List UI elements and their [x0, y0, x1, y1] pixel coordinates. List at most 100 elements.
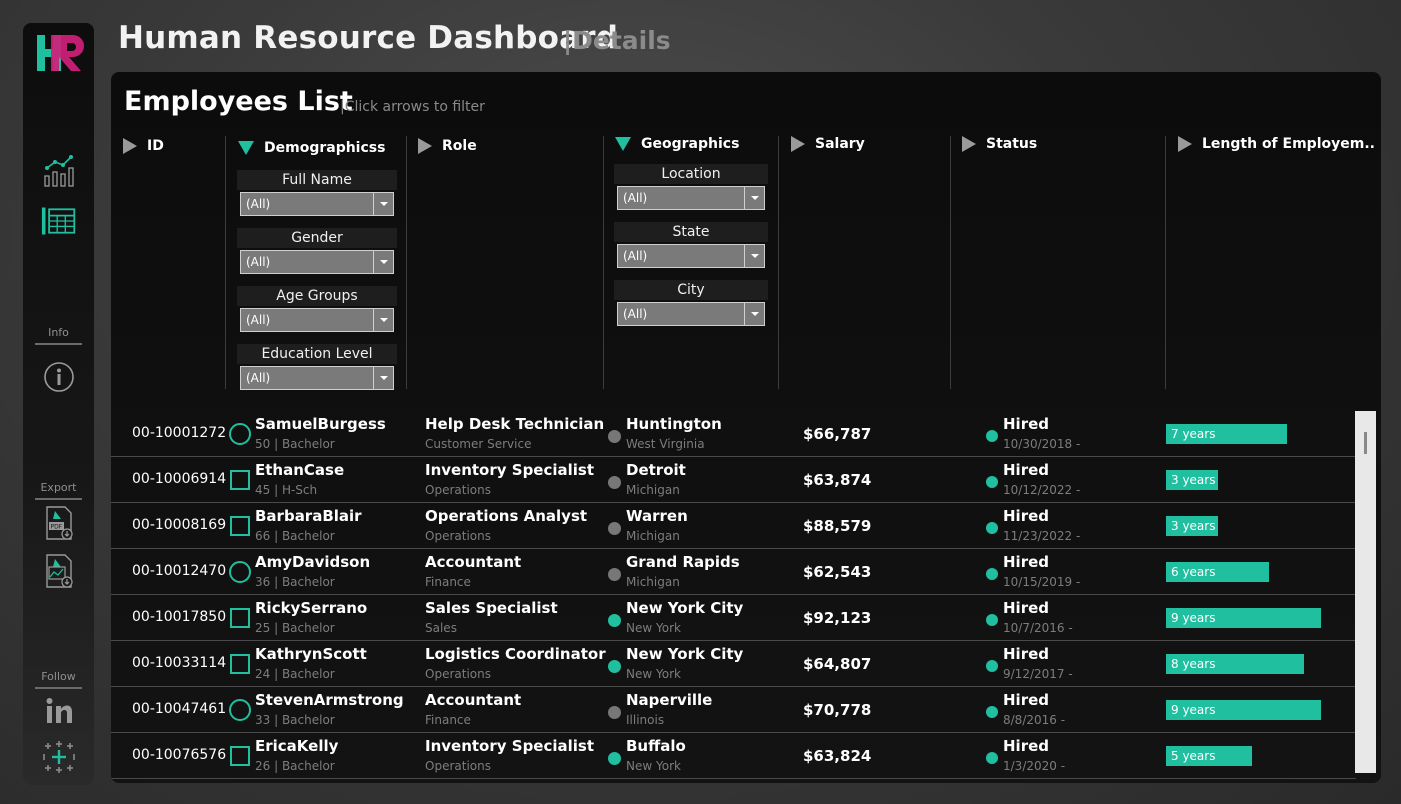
- chart-icon[interactable]: [41, 153, 77, 189]
- status-dot-icon: [986, 476, 998, 488]
- employee-id: 00-10012470: [132, 563, 227, 579]
- employee-hire-date: 10/30/2018 -: [1003, 437, 1081, 451]
- age-groups-dropdown[interactable]: (All): [240, 308, 394, 332]
- employee-state: Illinois: [626, 713, 665, 727]
- table-row[interactable]: 00-10008169 BarbaraBlair 66 | Bachelor O…: [111, 503, 1356, 549]
- filter-full-name[interactable]: Full Name (All): [237, 170, 397, 216]
- location-dropdown[interactable]: (All): [617, 186, 765, 210]
- table-row[interactable]: 00-10012470 AmyDavidson 36 | Bachelor Ac…: [111, 549, 1356, 595]
- dropdown-value: (All): [246, 197, 271, 211]
- table-icon[interactable]: [41, 203, 77, 239]
- employee-state: West Virginia: [626, 437, 705, 451]
- chevron-down-icon[interactable]: [373, 309, 393, 331]
- filter-age-groups[interactable]: Age Groups (All): [237, 286, 397, 332]
- employee-role: Sales Specialist: [425, 599, 558, 617]
- tableau-icon[interactable]: [41, 739, 77, 775]
- employee-details: 33 | Bachelor: [255, 713, 335, 727]
- location-dot-icon: [608, 430, 621, 443]
- info-divider: [35, 343, 82, 345]
- chevron-down-icon[interactable]: [744, 245, 764, 267]
- employee-name: EricaKelly: [255, 737, 339, 755]
- employee-role: Inventory Specialist: [425, 737, 595, 755]
- filter-label: Location: [614, 164, 768, 184]
- employee-hire-date: 1/3/2020 -: [1003, 759, 1066, 773]
- scrollbar-thumb[interactable]: [1364, 432, 1367, 454]
- filter-label: State: [614, 222, 768, 242]
- employee-name: RickySerrano: [255, 599, 368, 617]
- full-name-dropdown[interactable]: (All): [240, 192, 394, 216]
- collapse-arrow-icon[interactable]: [238, 141, 254, 155]
- filter-label: City: [614, 280, 768, 300]
- employee-department: Finance: [425, 575, 471, 589]
- scrollbar[interactable]: [1355, 411, 1376, 773]
- gender-dropdown[interactable]: (All): [240, 250, 394, 274]
- follow-label: Follow: [41, 670, 76, 683]
- filter-location[interactable]: Location (All): [614, 164, 768, 210]
- column-header-salary[interactable]: Salary: [791, 136, 865, 152]
- pdf-download-icon[interactable]: PDF: [41, 505, 77, 541]
- employee-table: 00-10001272 SamuelBurgess 50 | Bachelor …: [111, 411, 1356, 779]
- location-dot-icon: [608, 522, 621, 535]
- table-row[interactable]: 00-10033114 KathrynScott 24 | Bachelor L…: [111, 641, 1356, 687]
- employee-salary: $63,824: [803, 747, 872, 765]
- chevron-down-icon[interactable]: [744, 303, 764, 325]
- column-divider: [950, 136, 951, 389]
- education-level-dropdown[interactable]: (All): [240, 366, 394, 390]
- filter-city[interactable]: City (All): [614, 280, 768, 326]
- employee-id: 00-10033114: [132, 655, 227, 671]
- employee-city: Detroit: [626, 461, 686, 479]
- employee-id: 00-10017850: [132, 609, 227, 625]
- employee-state: New York: [626, 759, 681, 773]
- employee-salary: $63,874: [803, 471, 872, 489]
- table-row[interactable]: 00-10047461 StevenArmstrong 33 | Bachelo…: [111, 687, 1356, 733]
- employee-state: Michigan: [626, 483, 680, 497]
- table-row[interactable]: 00-10076576 EricaKelly 26 | Bachelor Inv…: [111, 733, 1356, 779]
- employee-id: 00-10047461: [132, 701, 227, 717]
- info-icon[interactable]: [41, 359, 77, 395]
- city-dropdown[interactable]: (All): [617, 302, 765, 326]
- chevron-down-icon[interactable]: [373, 367, 393, 389]
- gender-icon: [229, 561, 251, 583]
- chevron-down-icon[interactable]: [373, 251, 393, 273]
- column-header-geographics[interactable]: Geographics: [615, 136, 739, 152]
- dropdown-value: (All): [246, 371, 271, 385]
- filter-state[interactable]: State (All): [614, 222, 768, 268]
- employee-department: Operations: [425, 529, 491, 543]
- gender-icon: [230, 470, 250, 490]
- state-dropdown[interactable]: (All): [617, 244, 765, 268]
- employee-salary: $92,123: [803, 609, 872, 627]
- expand-arrow-icon[interactable]: [123, 138, 137, 154]
- employee-id: 00-10076576: [132, 747, 227, 763]
- filter-gender[interactable]: Gender (All): [237, 228, 397, 274]
- column-label: Role: [442, 138, 477, 154]
- table-row[interactable]: 00-10017850 RickySerrano 25 | Bachelor S…: [111, 595, 1356, 641]
- employee-name: StevenArmstrong: [255, 691, 404, 709]
- employee-name: AmyDavidson: [255, 553, 371, 571]
- linkedin-icon[interactable]: [41, 693, 77, 729]
- chevron-down-icon[interactable]: [744, 187, 764, 209]
- employee-hire-date: 8/8/2016 -: [1003, 713, 1066, 727]
- collapse-arrow-icon[interactable]: [615, 137, 631, 151]
- expand-arrow-icon[interactable]: [1178, 136, 1192, 152]
- employee-details: 36 | Bachelor: [255, 575, 335, 589]
- expand-arrow-icon[interactable]: [418, 138, 432, 154]
- employee-city: Grand Rapids: [626, 553, 740, 571]
- export-divider: [35, 498, 82, 500]
- chevron-down-icon[interactable]: [373, 193, 393, 215]
- column-header-role[interactable]: Role: [418, 138, 477, 154]
- column-header-status[interactable]: Status: [962, 136, 1037, 152]
- employee-state: Michigan: [626, 575, 680, 589]
- employee-hire-date: 11/23/2022 -: [1003, 529, 1081, 543]
- filter-education-level[interactable]: Education Level (All): [237, 344, 397, 390]
- image-download-icon[interactable]: [41, 553, 77, 589]
- column-header-demographics[interactable]: Demographicss: [238, 140, 385, 156]
- expand-arrow-icon[interactable]: [791, 136, 805, 152]
- expand-arrow-icon[interactable]: [962, 136, 976, 152]
- column-label: Status: [986, 136, 1038, 152]
- table-row[interactable]: 00-10001272 SamuelBurgess 50 | Bachelor …: [111, 411, 1356, 457]
- table-row[interactable]: 00-10006914 EthanCase 45 | H-Sch Invento…: [111, 457, 1356, 503]
- column-header-length[interactable]: Length of Employem..: [1178, 136, 1375, 152]
- column-header-id[interactable]: ID: [123, 138, 164, 154]
- hr-logo: [37, 35, 84, 71]
- status-dot-icon: [986, 706, 998, 718]
